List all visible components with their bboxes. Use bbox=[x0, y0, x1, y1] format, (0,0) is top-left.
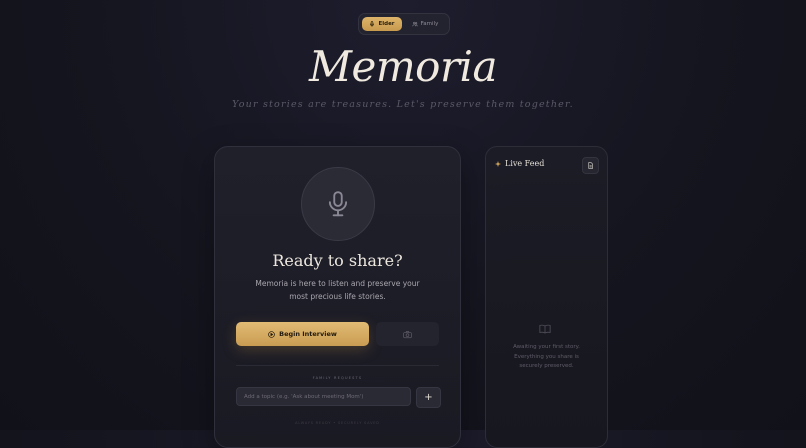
section-divider bbox=[236, 365, 439, 366]
document-icon bbox=[588, 162, 593, 169]
people-icon bbox=[412, 21, 418, 27]
feed-empty-message: Awaiting your first story. Everything yo… bbox=[496, 343, 597, 372]
camera-button[interactable] bbox=[376, 322, 439, 346]
live-feed-panel: Live Feed Awaiting your first story. Eve… bbox=[485, 146, 608, 448]
ready-heading: Ready to share? bbox=[272, 251, 403, 270]
elder-mode-label: Elder bbox=[378, 21, 395, 27]
export-feed-button[interactable] bbox=[582, 157, 599, 174]
footer-note: ALWAYS READY • SECURELY SAVED bbox=[295, 421, 380, 425]
camera-icon bbox=[403, 330, 412, 338]
feed-empty-line: Everything you share is bbox=[514, 353, 579, 360]
family-mode-button[interactable]: Family bbox=[405, 17, 445, 31]
session-description: Memoria is here to listen and preserve y… bbox=[255, 279, 420, 301]
elder-mode-button[interactable]: Elder bbox=[362, 17, 402, 31]
app-logo: Memoria bbox=[308, 42, 498, 91]
play-circle-icon bbox=[268, 330, 275, 338]
feed-empty-line: securely preserved. bbox=[519, 363, 574, 369]
microphone-icon bbox=[328, 191, 348, 217]
begin-interview-label: Begin Interview bbox=[279, 330, 337, 338]
family-mode-label: Family bbox=[420, 21, 439, 27]
interview-card: Ready to share? Memoria is here to liste… bbox=[214, 146, 461, 448]
family-requests-label: FAMILY REQUESTS bbox=[312, 376, 363, 380]
feed-empty-line: Awaiting your first story. bbox=[513, 344, 580, 350]
begin-interview-button[interactable]: Begin Interview bbox=[236, 322, 369, 346]
topic-input[interactable] bbox=[236, 387, 411, 406]
open-book-icon bbox=[539, 324, 551, 334]
sparkle-icon bbox=[495, 161, 501, 167]
live-feed-title: Live Feed bbox=[505, 159, 545, 168]
record-mic-button[interactable] bbox=[301, 167, 375, 241]
tagline: Your stories are treasures. Let's preser… bbox=[232, 99, 574, 110]
add-topic-button[interactable]: + bbox=[416, 387, 441, 408]
mode-toggle: Elder Family bbox=[358, 13, 450, 35]
microphone-icon bbox=[370, 21, 375, 27]
